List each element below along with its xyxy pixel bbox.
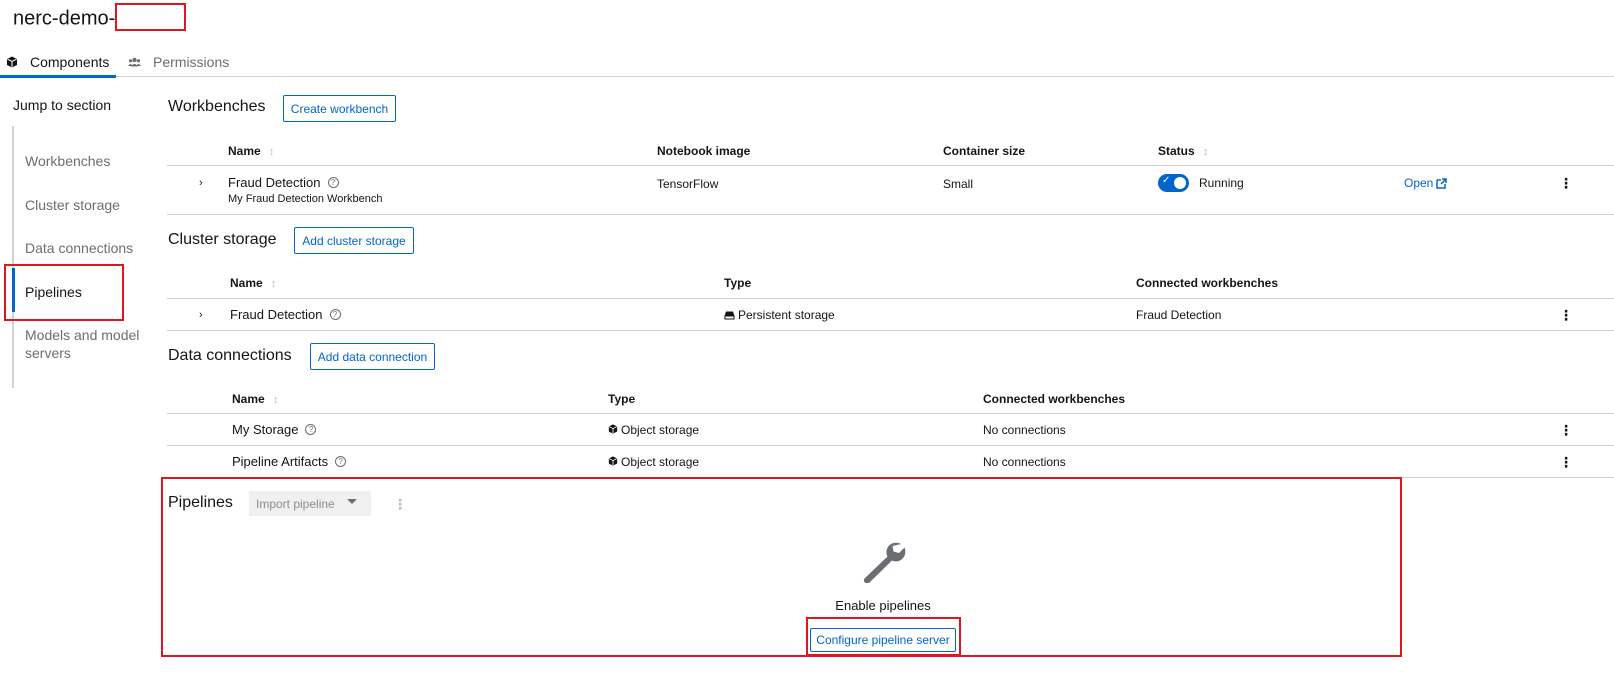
dataconn-connected: No connections [983,455,1066,469]
sort-icon: ↕ [1202,146,1209,158]
sort-icon: ↕ [270,278,277,290]
storage-col-connected: Connected workbenches [1136,276,1279,290]
check-icon: ✓ [1162,175,1171,186]
workbench-kebab-icon[interactable]: ⋮ [1559,176,1573,190]
configure-pipeline-server-button[interactable]: Configure pipeline server [810,628,956,652]
dataconn-name[interactable]: Pipeline Artifacts? [232,454,347,469]
workbench-description: My Fraud Detection Workbench [228,193,383,205]
workbench-status: ✓ Running [1158,174,1244,192]
create-workbench-button[interactable]: Create workbench [283,95,396,122]
pipelines-title: Pipelines [168,494,233,511]
dataconn-type: Object storage [608,423,699,437]
help-icon[interactable]: ? [327,177,339,188]
jump-nav-rail [12,126,14,388]
workbench-name[interactable]: Fraud Detection? [228,175,339,190]
enable-pipelines-title: Enable pipelines [835,598,931,613]
cube-icon [608,455,618,469]
pipelines-kebab-icon[interactable]: ⋮ [393,497,407,511]
dataconn-kebab-icon[interactable]: ⋮ [1559,455,1573,469]
dataconn-col-connected: Connected workbenches [983,392,1126,406]
workbenches-col-status[interactable]: Status ↕ [1158,144,1208,158]
expand-row-chevron-icon[interactable]: › [199,177,203,189]
tab-components[interactable]: Components [0,47,116,78]
storage-col-type: Type [724,276,752,290]
divider [167,413,1614,414]
workbench-image: TensorFlow [657,177,719,191]
cube-icon [608,423,618,437]
divider [167,214,1614,215]
storage-kebab-icon[interactable]: ⋮ [1559,308,1573,322]
highlight-box-pipelines-link [4,264,124,321]
jump-link-cluster-storage[interactable]: Cluster storage [25,196,140,214]
storage-type: Persistent storage [724,308,835,322]
wrench-icon [861,541,907,588]
jump-link-data-connections[interactable]: Data connections [25,239,140,257]
storage-col-name[interactable]: Name ↕ [230,276,276,290]
project-title-text: nerc-demo- [13,7,116,30]
cluster-storage-title: Cluster storage [168,231,277,248]
redacted-box [115,3,187,31]
dataconn-col-name[interactable]: Name ↕ [232,392,278,406]
hdd-icon [724,311,735,319]
dataconn-type: Object storage [608,455,699,469]
divider [167,165,1614,166]
workbenches-col-name[interactable]: Name ↕ [228,144,274,158]
jump-to-section-title: Jump to section [13,97,112,113]
sort-icon: ↕ [272,394,279,406]
dataconn-col-type: Type [608,392,636,406]
divider [167,298,1614,299]
expand-row-chevron-icon[interactable]: › [199,309,203,321]
import-pipeline-select[interactable]: Import pipeline [249,491,371,516]
caret-down-icon [347,499,357,504]
cube-icon [6,56,18,68]
project-title: nerc-demo- [13,3,187,33]
help-icon[interactable]: ? [329,309,341,320]
divider [167,445,1614,446]
tab-components-label: Components [30,54,110,70]
status-toggle[interactable]: ✓ [1158,174,1189,192]
help-icon[interactable]: ? [335,456,347,467]
divider [167,330,1614,331]
open-workbench-link[interactable]: Open [1404,176,1448,190]
help-icon[interactable]: ? [305,424,317,435]
jump-link-workbenches[interactable]: Workbenches [25,152,140,170]
workbenches-col-image: Notebook image [657,144,751,158]
workbenches-col-size: Container size [943,144,1026,158]
workbench-size: Small [943,177,974,191]
storage-name[interactable]: Fraud Detection? [230,307,341,322]
dataconn-kebab-icon[interactable]: ⋮ [1559,423,1573,437]
jump-link-models[interactable]: Models and model servers [25,326,140,362]
tab-permissions-label: Permissions [153,54,230,70]
dataconn-connected: No connections [983,423,1066,437]
dataconn-name[interactable]: My Storage? [232,422,317,437]
sort-icon: ↕ [268,146,275,158]
tab-permissions[interactable]: Permissions [128,47,229,77]
external-link-icon [1436,177,1448,189]
add-cluster-storage-button[interactable]: Add cluster storage [294,227,414,254]
data-connections-title: Data connections [168,347,292,364]
tab-bar: Components Permissions [0,47,1614,78]
add-data-connection-button[interactable]: Add data connection [310,343,435,370]
storage-connected: Fraud Detection [1136,308,1222,322]
status-label: Running [1199,176,1244,190]
users-icon [128,57,141,67]
workbenches-title: Workbenches [168,98,266,115]
